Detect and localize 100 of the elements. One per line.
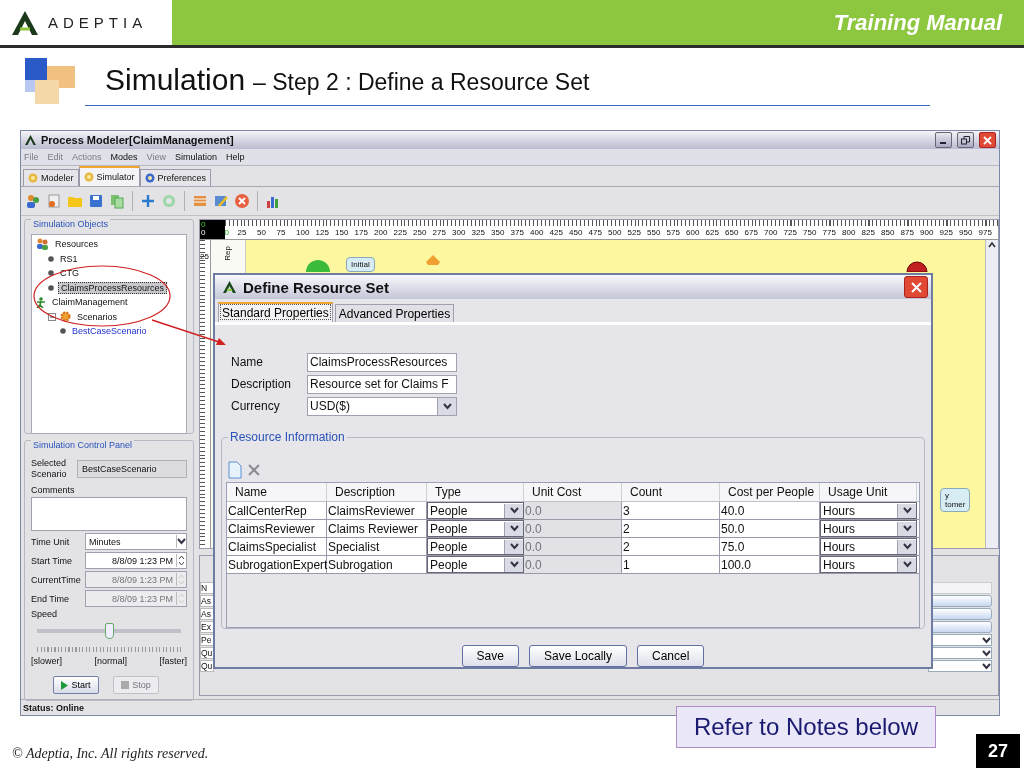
column-header[interactable]: Description bbox=[327, 483, 427, 501]
page-number: 27 bbox=[976, 734, 1020, 768]
column-header[interactable]: Name bbox=[227, 483, 327, 501]
document-icon[interactable] bbox=[46, 193, 62, 209]
minimize-button[interactable] bbox=[935, 132, 952, 148]
stop-icon bbox=[121, 681, 130, 689]
menu-item[interactable]: Modes bbox=[110, 152, 138, 162]
table-cell: N bbox=[200, 582, 214, 594]
bullet-icon bbox=[48, 270, 54, 277]
table-cell: Ex bbox=[200, 621, 214, 633]
dropdown[interactable]: Minutes bbox=[85, 533, 187, 550]
cancel-icon[interactable] bbox=[234, 193, 250, 209]
table-cell: ClaimsReviewer bbox=[327, 502, 427, 519]
restore-button[interactable] bbox=[957, 132, 974, 148]
collapse-icon[interactable] bbox=[48, 312, 56, 321]
close-icon bbox=[910, 281, 922, 293]
start-event-icon[interactable] bbox=[306, 258, 330, 272]
column-header[interactable]: Type bbox=[427, 483, 524, 501]
close-button[interactable] bbox=[979, 132, 996, 148]
menu-item[interactable]: Simulation bbox=[174, 152, 217, 162]
end-event-icon[interactable] bbox=[906, 260, 928, 272]
dropdown[interactable]: Hours bbox=[820, 538, 917, 555]
plus-icon[interactable] bbox=[140, 193, 156, 209]
copyright-text: © Adeptia, Inc. All rights reserved. bbox=[12, 746, 209, 762]
table-cell: 50.0 bbox=[720, 520, 820, 537]
table-cell: 40.0 bbox=[720, 502, 820, 519]
tree-item[interactable]: BestCaseScenario bbox=[70, 326, 149, 337]
coordinate-label: 0 bbox=[201, 229, 207, 237]
comments-field[interactable] bbox=[31, 497, 187, 531]
table-cell: CallCenterRep bbox=[227, 502, 327, 519]
tab[interactable]: Advanced Properties bbox=[334, 304, 455, 322]
ruler-number: 725 bbox=[783, 227, 798, 239]
new-document-icon[interactable] bbox=[228, 461, 242, 479]
dropdown[interactable]: People bbox=[427, 502, 524, 519]
tab[interactable]: Standard Properties bbox=[218, 302, 333, 322]
delete-icon[interactable] bbox=[248, 464, 260, 476]
spinner-field[interactable]: 8/8/09 1:23 PM bbox=[85, 552, 187, 569]
vertical-scrollbar[interactable] bbox=[985, 240, 998, 548]
caret-icon bbox=[509, 543, 519, 550]
dialog-button[interactable]: Save bbox=[461, 645, 519, 667]
table-cell: 0.0 bbox=[524, 556, 622, 573]
ruler-number: 575 bbox=[666, 227, 681, 239]
window-title: Process Modeler[ClaimManagement] bbox=[41, 134, 234, 146]
save-icon[interactable] bbox=[88, 193, 104, 209]
field-label: Currency bbox=[231, 399, 281, 413]
dialog-button[interactable]: Cancel bbox=[637, 645, 705, 667]
tree-item[interactable]: RS1 bbox=[58, 253, 80, 264]
bullet-icon bbox=[48, 255, 54, 262]
dropdown[interactable]: Hours bbox=[820, 556, 917, 573]
task-node[interactable]: y tomer bbox=[940, 488, 971, 512]
ruler-number: 650 bbox=[725, 227, 740, 239]
menu-item[interactable]: Help bbox=[225, 152, 245, 162]
scroll-up-icon[interactable] bbox=[987, 240, 997, 250]
group-title: Resource Information bbox=[228, 430, 347, 444]
tab[interactable]: Simulator bbox=[78, 166, 140, 186]
field-label: Comments bbox=[31, 485, 76, 495]
tree-item[interactable]: ClaimsProcessResources bbox=[58, 281, 168, 294]
dialog-button[interactable]: Save Locally bbox=[528, 645, 627, 667]
table-cell: As bbox=[200, 608, 214, 620]
ruler-number: 550 bbox=[647, 227, 662, 239]
start-button[interactable]: Start bbox=[53, 676, 99, 694]
dropdown[interactable] bbox=[928, 660, 992, 672]
table-icon[interactable] bbox=[192, 193, 208, 209]
ruler-number: 375 bbox=[510, 227, 525, 239]
ruler-number: 600 bbox=[686, 227, 701, 239]
dropdown[interactable]: People bbox=[427, 556, 524, 573]
dropdown[interactable]: Hours bbox=[820, 502, 917, 519]
spinner-arrows-icon[interactable] bbox=[178, 555, 185, 566]
table-cell: 100.0 bbox=[720, 556, 820, 573]
table-cell: Pe bbox=[200, 634, 214, 646]
people-icon[interactable] bbox=[25, 193, 41, 209]
column-header[interactable]: Count bbox=[622, 483, 720, 501]
column-header[interactable]: Usage Unit bbox=[820, 483, 917, 501]
table-cell: Qu bbox=[200, 647, 214, 659]
task-node[interactable]: Initial bbox=[346, 257, 375, 272]
tree-item[interactable]: Scenarios bbox=[75, 311, 120, 322]
tree-item[interactable]: Resources bbox=[53, 239, 101, 250]
close-button[interactable] bbox=[904, 276, 928, 298]
ruler-number: 450 bbox=[569, 227, 584, 239]
tree-item[interactable]: ClaimManagement bbox=[50, 297, 130, 308]
table-cell: Specialist bbox=[327, 538, 427, 555]
tab[interactable]: Preferences bbox=[139, 169, 212, 186]
input-field[interactable]: Resource set for Claims F bbox=[307, 374, 457, 394]
column-header[interactable]: Unit Cost bbox=[524, 483, 622, 501]
table-cell: 0.0 bbox=[524, 520, 622, 537]
caret-icon bbox=[902, 543, 912, 550]
dropdown[interactable]: Hours bbox=[820, 520, 917, 537]
tab[interactable]: Modeler bbox=[23, 169, 79, 186]
dropdown[interactable]: People bbox=[427, 520, 524, 537]
input-field[interactable]: ClaimsProcessResources bbox=[307, 352, 457, 372]
edit-icon[interactable] bbox=[213, 193, 229, 209]
dropdown[interactable]: People bbox=[427, 538, 524, 555]
gateway-icon[interactable] bbox=[426, 255, 440, 265]
slider-thumb[interactable] bbox=[105, 623, 114, 639]
lane-label: Rep bbox=[224, 246, 232, 261]
column-header[interactable]: Cost per People bbox=[720, 483, 820, 501]
caret-icon bbox=[902, 507, 912, 514]
copy-icon[interactable] bbox=[109, 193, 125, 209]
dropdown[interactable]: USD($) bbox=[307, 396, 457, 416]
tree-item[interactable]: CTG bbox=[58, 268, 81, 279]
